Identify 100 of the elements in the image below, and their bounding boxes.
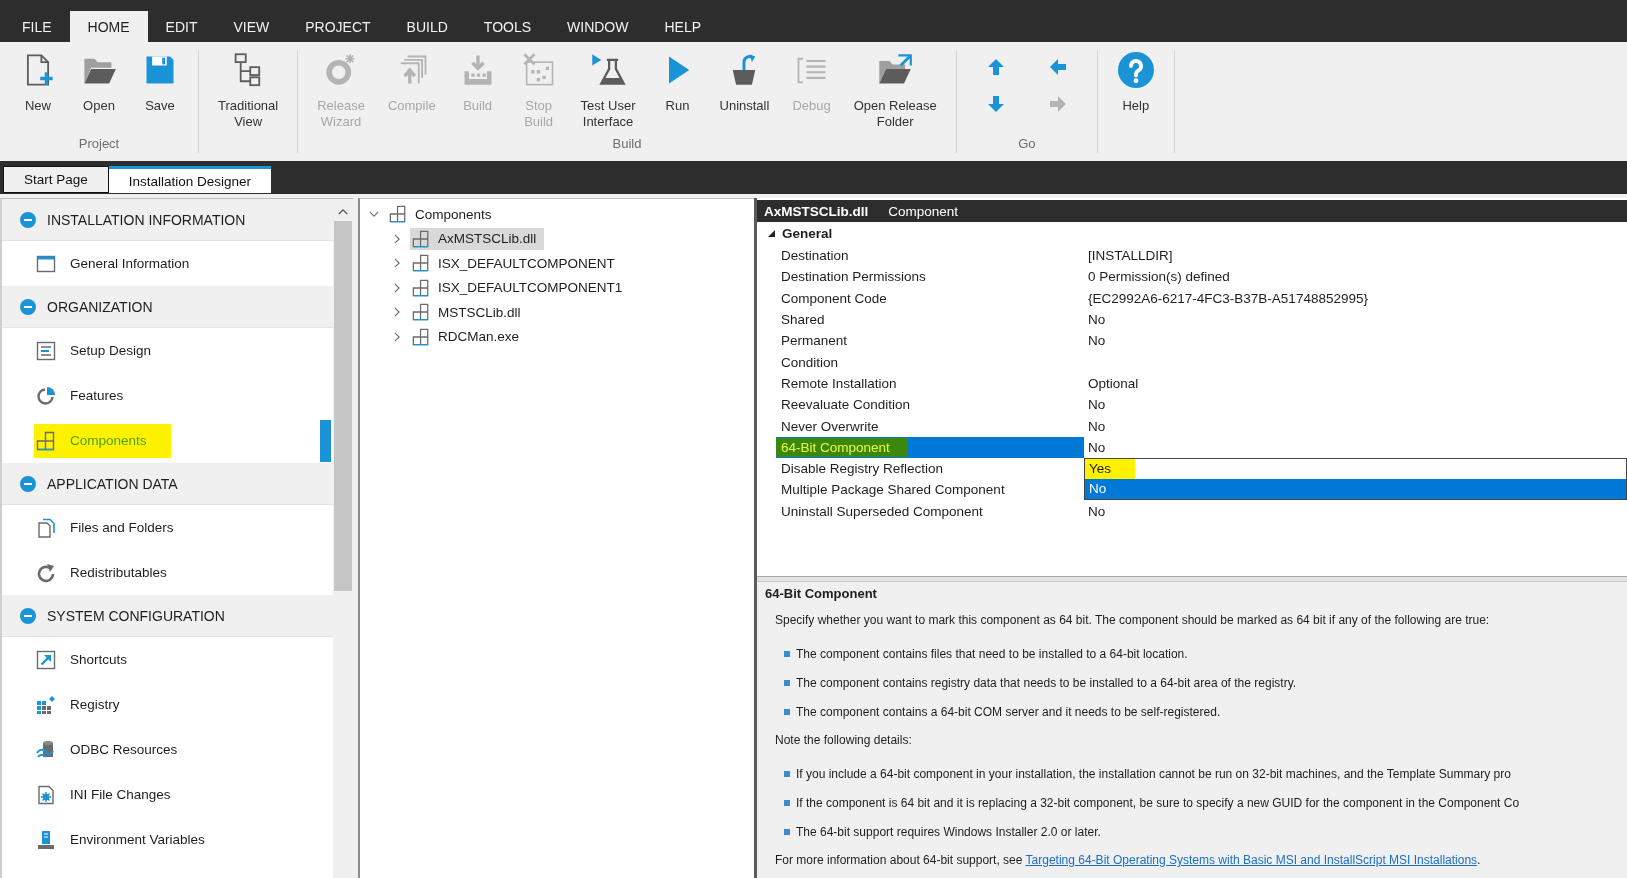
menu-tab[interactable]: BUILD [388,11,466,42]
scrollbar[interactable] [333,199,353,878]
property-value: No [1088,397,1106,413]
property-value: No [1088,333,1106,349]
menu-tab[interactable]: HELP [646,11,720,42]
sidebar-item[interactable]: ODBC Resources [34,732,202,767]
expanded-triangle-icon[interactable] [767,229,776,238]
sidebar-item[interactable]: Files and Folders [34,510,198,545]
property-name: Destination [781,248,849,264]
bullet-text: The 64-bit support requires Windows Installer 2.0 or later. [796,824,1101,841]
bullet-text: The component contains a 64-bit COM server and it needs to be self-registered. [796,704,1221,721]
sidebar-group-header[interactable]: ORGANIZATION [2,286,333,328]
document-tab[interactable]: Installation Designer [108,166,272,193]
ribbon-button[interactable]: Open [73,50,125,114]
property-value: No [1088,312,1106,328]
property-value: No [1088,439,1106,455]
tree-item[interactable]: ISX_DEFAULTCOMPONENT [410,252,623,275]
sidebar-item[interactable]: Setup Design [34,333,176,368]
minus-circle-icon [20,211,36,228]
tree-item[interactable]: MSTSCLib.dll [410,301,529,324]
bullet-icon [784,771,790,777]
group-label: Go [1017,136,1037,153]
property-name: Destination Permissions [781,269,926,285]
help-title: 64-Bit Component [765,585,878,603]
menu-tab[interactable]: VIEW [215,11,288,42]
sidebar-group-header[interactable]: INSTALLATION INFORMATION [2,199,333,241]
grid-icon [389,205,407,224]
tree-item[interactable]: RDCMan.exe [410,325,528,348]
chevron-right-icon[interactable] [392,233,402,244]
pie-icon [36,385,56,406]
pages-icon [36,517,56,538]
bullet-icon [784,680,790,686]
flask-icon [590,52,627,88]
sidebar-item[interactable]: Features [34,378,148,413]
property-value: {EC2992A6-6217-4FC3-B37B-A51748852995} [1088,290,1368,306]
form-icon [36,340,56,361]
sidebar-group-header[interactable]: APPLICATION DATA [2,463,333,505]
menu-tab[interactable]: TOOLS [465,11,550,42]
bullet-icon [784,800,790,806]
menu-tab[interactable]: EDIT [147,11,216,42]
window-icon [36,253,56,274]
grid-icon [412,327,430,346]
sidebar-item[interactable]: General Information [34,246,214,281]
menu-tab[interactable]: FILE [4,11,70,42]
document-tab[interactable]: Start Page [3,166,109,193]
minus-circle-icon [20,475,36,492]
chevron-right-icon[interactable] [392,307,402,318]
ribbon-button[interactable]: New [12,50,64,114]
property-name: Remote Installation [781,375,897,391]
category-label: General [782,226,833,241]
help-paragraph: Specify whether you want to mark this component as 64 bit. The component should be marked as 64 bit if any of the following are true: [775,612,1491,629]
menu-tab[interactable]: HOME [69,11,148,42]
sidebar-item[interactable]: INI File Changes [34,777,195,812]
ribbon-button[interactable]: Help [1109,50,1162,114]
blocks-icon [36,694,56,715]
grid-icon [412,254,430,273]
database-icon [36,739,56,760]
bullet-text: The component contains registry data that needs to be installed to a 64-bit area of the registry. [796,675,1297,692]
help-paragraph: Note the following details: [775,732,913,749]
bullet-icon [784,709,790,715]
scroll-up-icon[interactable] [338,208,348,215]
menu-tab[interactable]: PROJECT [287,11,389,42]
chevron-right-icon[interactable] [392,282,402,293]
dropdown-option[interactable]: No [1085,478,1626,499]
tree-item[interactable]: ISX_DEFAULTCOMPONENT1 [410,276,631,299]
sidebar-item[interactable]: Redistributables [34,555,191,590]
chevron-down-icon[interactable] [369,209,379,220]
grid-icon [36,430,56,451]
tree-item[interactable]: AxMSTSCLib.dll [410,227,545,250]
chevron-right-icon[interactable] [392,331,402,342]
property-name: Uninstall Superseded Component [781,503,983,519]
computer-icon [36,829,56,850]
menu-tab[interactable]: WINDOW [549,11,647,42]
sidebar-item[interactable]: Registry [34,687,144,722]
minus-circle-icon [20,607,36,624]
sidebar-group-header[interactable]: SYSTEM CONFIGURATION [2,595,333,637]
chevron-right-icon[interactable] [392,258,402,269]
ribbon-button[interactable]: Open Release Folder [846,50,944,130]
ribbon-button[interactable]: Test User Interface [573,50,643,130]
minus-circle-icon [20,298,36,315]
help-paragraph: For more information about 64-bit support, see Targeting 64-Bit Operating Systems with Basic MSI and InstallScript MSI Installations. [775,852,1482,869]
ribbon-button[interactable]: Traditional View [211,50,286,130]
property-name: 64-Bit Component [776,437,908,457]
ribbon-button[interactable]: Run [651,50,704,114]
sidebar-item[interactable]: Shortcuts [34,642,152,677]
group-label: Build [611,136,643,153]
bullet-text: The component contains files that need to be installed to a 64-bit location. [796,646,1188,663]
tree-item[interactable]: Components [387,203,500,226]
ribbon-button[interactable]: Uninstall [712,50,777,114]
grid-icon [412,303,430,322]
property-name: Condition [781,354,839,370]
property-name: Multiple Package Shared Component [781,482,1005,498]
sidebar-item[interactable]: Environment Variables [34,822,229,857]
scrollbar-thumb[interactable] [334,221,352,591]
property-name: Permanent [781,333,848,349]
grid-icon [412,229,430,248]
ribbon-button[interactable]: Save [134,50,186,114]
property-value: [INSTALLDIR] [1088,248,1173,264]
selected-row-bar[interactable]: 64-Bit Component [776,436,1084,458]
property-name: Reevaluate Condition [781,397,911,413]
